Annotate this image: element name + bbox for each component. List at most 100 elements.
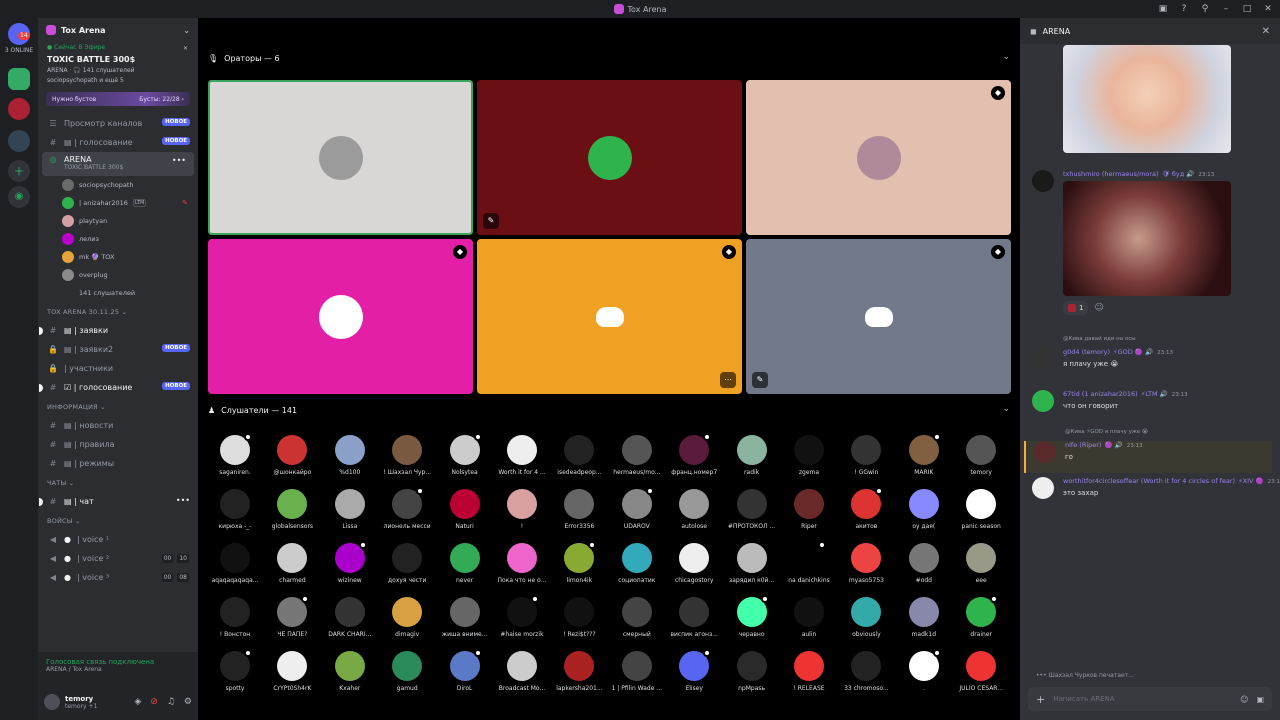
- avatar[interactable]: [507, 543, 537, 573]
- listener[interactable]: DARK CHARI...: [323, 597, 377, 638]
- listener[interactable]: Broadcast Mo...: [495, 651, 549, 692]
- avatar[interactable]: [62, 215, 74, 227]
- speaker-tile[interactable]: ◆ ⋯: [477, 239, 742, 394]
- speaker-avatar[interactable]: [318, 294, 363, 339]
- avatar[interactable]: [564, 597, 595, 627]
- listener[interactable]: Lissa: [323, 489, 377, 530]
- avatar[interactable]: [277, 435, 308, 465]
- voice-user[interactable]: playtyan: [38, 212, 198, 230]
- listener[interactable]: кирюха -_-: [208, 489, 262, 530]
- listeners-header[interactable]: ♟ Слушатели — 141: [208, 402, 297, 418]
- avatar[interactable]: [851, 597, 882, 627]
- listener[interactable]: .: [897, 649, 951, 692]
- message-author[interactable]: 67tid (1 anizahar2016): [1063, 390, 1138, 398]
- listener[interactable]: aqaqaqaqaqa...: [208, 543, 262, 584]
- avatar[interactable]: [736, 651, 767, 681]
- voice-connected-label[interactable]: Голосовая связь подключена: [46, 658, 190, 666]
- avatar[interactable]: [220, 649, 252, 681]
- avatar[interactable]: [449, 649, 482, 681]
- channel-item[interactable]: # ▤ | заявки: [38, 321, 198, 340]
- image-attachment[interactable]: [1063, 181, 1231, 296]
- avatar[interactable]: [507, 651, 537, 681]
- close-window-button[interactable]: ✕: [1262, 3, 1274, 15]
- avatar[interactable]: [392, 543, 423, 573]
- listener[interactable]: Elisey: [667, 649, 721, 692]
- avatar[interactable]: [507, 435, 537, 465]
- server-icon[interactable]: [8, 130, 30, 152]
- listener[interactable]: radik: [725, 435, 779, 476]
- listener[interactable]: CrYPt0Sh4rK: [265, 651, 319, 692]
- avatar[interactable]: [220, 433, 252, 465]
- avatar[interactable]: [1032, 348, 1054, 370]
- listener[interactable]: drainer: [954, 595, 1008, 638]
- avatar[interactable]: [507, 595, 539, 627]
- channel-item[interactable]: # ▤ | режимы: [38, 454, 198, 473]
- listener[interactable]: wizinew: [323, 541, 377, 584]
- listener[interactable]: obviously: [839, 597, 893, 638]
- listener[interactable]: Error3356: [552, 489, 606, 530]
- avatar[interactable]: [220, 543, 250, 573]
- avatar[interactable]: [277, 489, 308, 519]
- more-icon[interactable]: ⋯: [720, 372, 736, 388]
- listener[interactable]: Kxaher: [323, 651, 377, 692]
- avatar[interactable]: [851, 435, 882, 465]
- chat-message[interactable]: @Кива ⚡GOD я плачу уже 😭 nife (Riper) 🟣 🔊 2…: [1024, 429, 1272, 473]
- message-author[interactable]: txhushmiro (hermaeus/mora): [1063, 170, 1159, 178]
- gamepad-icon[interactable]: ◈: [134, 697, 141, 707]
- avatar[interactable]: [392, 597, 423, 627]
- settings-icon[interactable]: ⚙: [184, 697, 192, 707]
- message-composer[interactable]: + Написать ARENA ☺ ▣: [1028, 687, 1272, 711]
- mic-muted-icon[interactable]: ⊘: [150, 697, 158, 707]
- listener[interactable]: ! Шахзал Чур...: [380, 435, 434, 476]
- avatar[interactable]: [334, 435, 365, 465]
- listener[interactable]: MARIK: [897, 433, 951, 476]
- avatar[interactable]: [1032, 390, 1054, 412]
- listener[interactable]: limon4ik: [552, 541, 606, 584]
- listener[interactable]: социопатик: [610, 543, 664, 584]
- listener[interactable]: spotty: [208, 649, 262, 692]
- maximize-button[interactable]: □: [1241, 3, 1253, 15]
- listener[interactable]: zgema: [782, 435, 836, 476]
- reply-preview[interactable]: @Кива давай иди на осы: [1063, 336, 1136, 342]
- avatar[interactable]: [851, 651, 882, 681]
- voice-channel[interactable]: ◀ ● | voice ² 00 10: [38, 549, 198, 568]
- category-voices[interactable]: ВОЙСЫ ⌄: [38, 511, 198, 530]
- channel-item[interactable]: # ▤ | правила: [38, 435, 198, 454]
- server-icon[interactable]: [8, 98, 30, 120]
- listener[interactable]: Riper: [782, 489, 836, 530]
- listener[interactable]: panic season: [954, 489, 1008, 530]
- explore-icon[interactable]: ◉: [8, 186, 30, 208]
- listener[interactable]: npMpasь: [725, 651, 779, 692]
- more-icon[interactable]: •••: [176, 496, 190, 505]
- avatar[interactable]: [851, 487, 884, 519]
- listener[interactable]: черавно: [725, 595, 779, 638]
- avatar[interactable]: [966, 595, 999, 627]
- add-reaction-icon[interactable]: ☺: [1094, 303, 1103, 313]
- reply-preview[interactable]: @Кива ⚡GOD я плачу уже 😭: [1065, 429, 1148, 435]
- listener[interactable]: globalsensors: [265, 489, 319, 530]
- headphones-icon[interactable]: ♫: [167, 697, 175, 707]
- help-icon[interactable]: ?: [1178, 3, 1190, 15]
- event-card[interactable]: ✕ ● Сейчас В Эфире TOXIC BATTLE 300$ ARE…: [38, 42, 198, 86]
- listener[interactable]: %d100: [323, 435, 377, 476]
- boost-progress[interactable]: Нужно бустов Бусты: 22/28 ›: [46, 92, 190, 106]
- listener[interactable]: madk1d: [897, 597, 951, 638]
- listener[interactable]: дохуя чести: [380, 543, 434, 584]
- listener[interactable]: #odd: [897, 543, 951, 584]
- channel-item[interactable]: 🔒 | участники: [38, 359, 198, 378]
- listener[interactable]: виспик агонз...: [667, 597, 721, 638]
- listener[interactable]: #ПРОТОКОЛ ...: [725, 489, 779, 530]
- avatar[interactable]: [621, 651, 652, 681]
- avatar[interactable]: [794, 651, 824, 681]
- avatar[interactable]: [736, 543, 767, 573]
- voice-user[interactable]: mk 🔮 TOX: [38, 248, 198, 266]
- avatar[interactable]: [62, 197, 74, 209]
- channel-item[interactable]: # ▤ | новости: [38, 416, 198, 435]
- reaction-pill[interactable]: 1: [1063, 301, 1089, 315]
- avatar[interactable]: [908, 489, 939, 519]
- avatar[interactable]: [44, 694, 60, 710]
- avatar[interactable]: [392, 487, 425, 519]
- voice-user[interactable]: лелиз: [38, 230, 198, 248]
- chevron-down-icon[interactable]: ⌄: [1002, 52, 1010, 62]
- listener[interactable]: жиша вниме...: [438, 597, 492, 638]
